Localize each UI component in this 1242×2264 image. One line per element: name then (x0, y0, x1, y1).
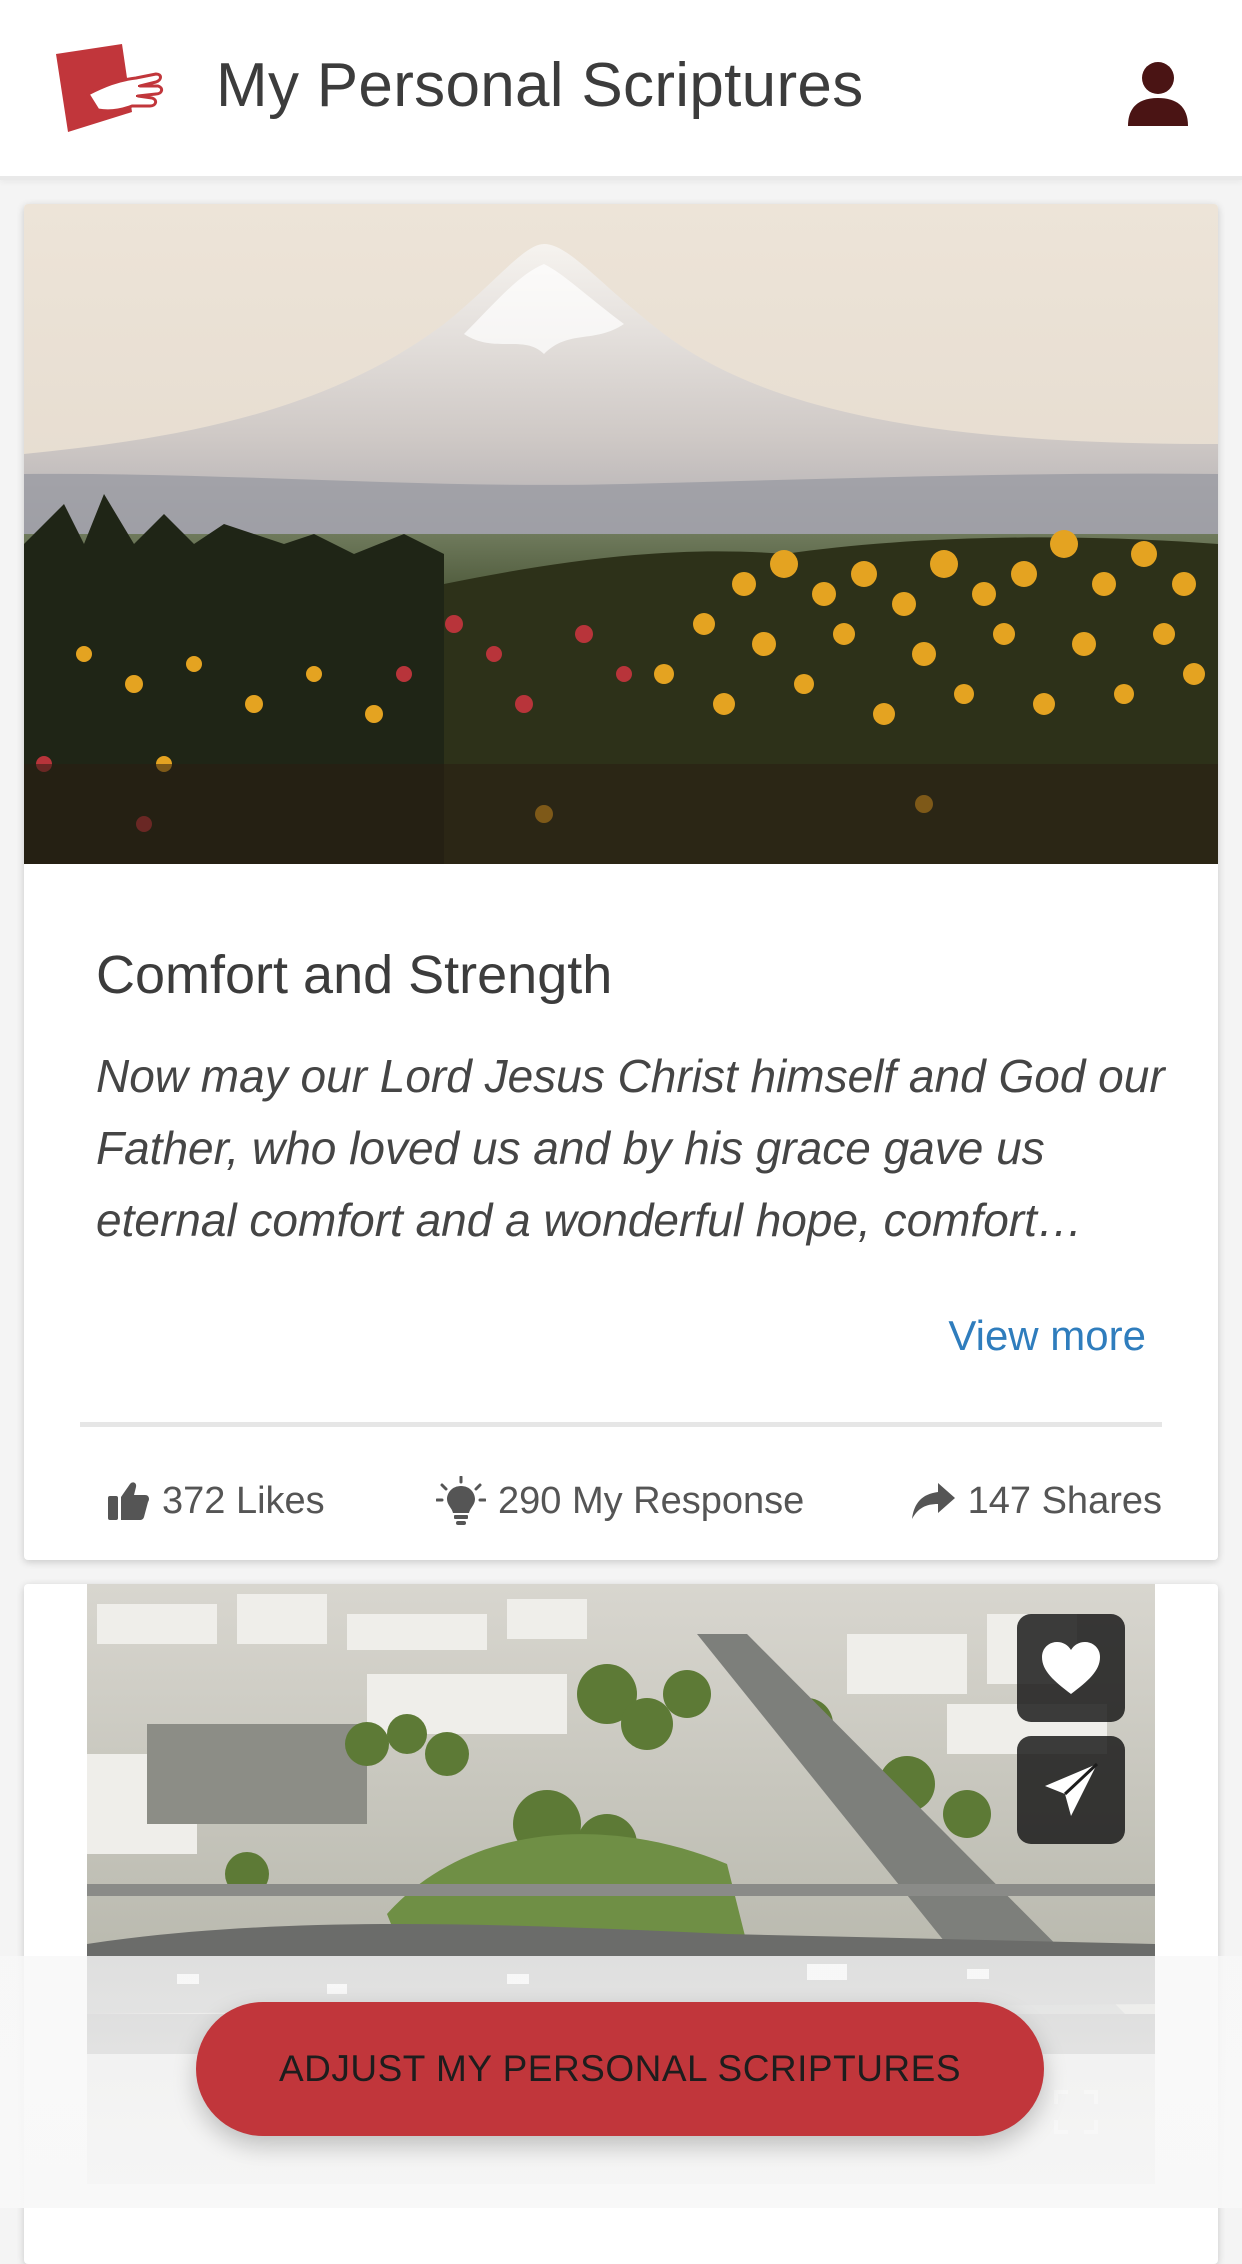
lightbulb-icon (436, 1476, 486, 1525)
app-header: My Personal Scriptures (0, 0, 1242, 180)
card-divider (80, 1422, 1162, 1427)
app-logo-icon (56, 44, 164, 132)
send-icon (1045, 1762, 1099, 1816)
share-arrow-icon (911, 1483, 955, 1519)
like-button[interactable]: 372 Likes (106, 1466, 325, 1536)
heart-icon (1042, 1642, 1100, 1694)
scripture-excerpt: Now may our Lord Jesus Christ himself an… (96, 1050, 1165, 1246)
thumbs-up-icon (108, 1482, 149, 1520)
view-more-link[interactable]: View more (948, 1312, 1146, 1360)
card-title: Comfort and Strength (96, 945, 613, 1005)
fullscreen-icon (1054, 2090, 1098, 2134)
mountain-flowers-image (24, 204, 1218, 864)
app-title: My Personal Scriptures (216, 51, 864, 120)
send-button[interactable] (1017, 1736, 1125, 1844)
shares-count: 147 Shares (967, 1479, 1162, 1522)
adjust-scriptures-button[interactable]: ADJUST MY PERSONAL SCRIPTURES (196, 2002, 1044, 2136)
likes-count: 372 Likes (162, 1479, 325, 1522)
scripture-card[interactable]: Comfort and Strength Now may our Lord Je… (24, 204, 1218, 1560)
response-button[interactable]: 290 My Response (436, 1466, 804, 1536)
responses-count: 290 My Response (498, 1479, 805, 1522)
share-button[interactable]: 147 Shares (910, 1466, 1162, 1536)
favorite-button[interactable] (1017, 1614, 1125, 1722)
user-profile-icon[interactable] (1126, 60, 1190, 128)
card-stats: 372 Likes 290 My Response 147 Shares (80, 1466, 1162, 1536)
